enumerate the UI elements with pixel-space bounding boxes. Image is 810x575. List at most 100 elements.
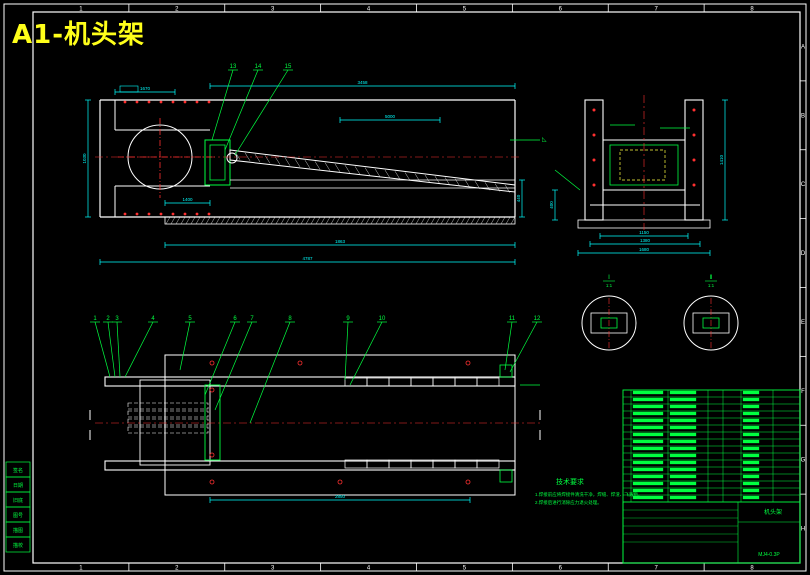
part-code — [632, 467, 664, 472]
weld-symbol: ◺ — [542, 137, 547, 143]
part-material — [742, 425, 760, 430]
part-name — [669, 439, 697, 444]
plan-balloon: 12 — [534, 316, 541, 322]
dim-slope-length-label: 5000 — [385, 114, 396, 119]
dim-mid-length-label: 1400 — [182, 197, 193, 202]
part-material — [742, 488, 760, 493]
balloon-15: 15 — [285, 64, 292, 70]
part-material — [742, 453, 760, 458]
title-block-drawing-no: MJ4-0.3P — [758, 552, 780, 558]
dim-plan-bottom-label: 2850 — [335, 494, 346, 499]
grid-row-label: G — [801, 458, 806, 464]
dim-end-height-label: 1410 — [719, 154, 724, 165]
bolt-hole — [147, 212, 151, 216]
part-code — [632, 411, 664, 416]
dim-end-width-c-label: 1680 — [639, 247, 650, 252]
bolt-hole — [135, 100, 139, 104]
post-bolt — [592, 133, 596, 137]
post-bolt — [692, 158, 696, 162]
dim-left-length-label: 1670 — [140, 86, 151, 91]
part-material — [742, 432, 760, 437]
part-code — [632, 439, 664, 444]
bolt-hole — [123, 212, 127, 216]
drawing-title: A1-机头架 — [12, 20, 146, 50]
part-material — [742, 390, 760, 395]
part-name — [669, 453, 697, 458]
post-bolt — [592, 183, 596, 187]
tech-req-line: 1.焊接前应将焊接件清洗干净，焊缝、焊渣、飞溅物。 — [535, 491, 642, 498]
post-bolt — [692, 133, 696, 137]
part-code — [632, 390, 664, 395]
dim-end-width-b-label: 1380 — [640, 238, 651, 243]
part-code — [632, 453, 664, 458]
part-code — [632, 432, 664, 437]
part-name — [669, 488, 697, 493]
post-bolt — [692, 108, 696, 112]
detail-scale: 1:1 — [606, 283, 613, 288]
dim-bottom-r-label: 1863 — [335, 239, 346, 244]
post-bolt — [592, 108, 596, 112]
bolt-hole — [195, 212, 199, 216]
part-name — [669, 397, 697, 402]
drawing-sheet: 1122334455667788ABCDEFGH 167034585000140… — [0, 0, 810, 575]
part-material — [742, 446, 760, 451]
part-name — [669, 425, 697, 430]
part-material — [742, 397, 760, 402]
part-name — [669, 446, 697, 451]
part-name — [669, 418, 697, 423]
part-name — [669, 481, 697, 486]
dim-top-length-label: 3458 — [357, 80, 368, 85]
part-material — [742, 418, 760, 423]
dim-total-length-label: 4787 — [302, 256, 313, 261]
part-code — [632, 446, 664, 451]
tech-req-heading: 技术要求 — [556, 477, 584, 486]
part-material — [742, 404, 760, 409]
bolt-hole — [171, 100, 175, 104]
title-block-name: 机头架 — [764, 508, 782, 516]
detail-scale: 1:1 — [708, 283, 715, 288]
bolt-hole — [183, 212, 187, 216]
part-code — [632, 474, 664, 479]
grid-row-label: A — [801, 44, 805, 50]
part-name — [669, 411, 697, 416]
detail-label: Ⅰ — [608, 275, 610, 281]
part-name — [669, 474, 697, 479]
detail-label: Ⅱ — [710, 275, 713, 281]
part-name — [669, 390, 697, 395]
part-material — [742, 411, 760, 416]
bolt-hole — [123, 100, 127, 104]
grid-row-label: B — [801, 113, 805, 119]
part-material — [742, 474, 760, 479]
bolt-hole — [195, 100, 199, 104]
balloon-13: 13 — [230, 64, 237, 70]
dim-right-height-label: 440 — [516, 194, 521, 202]
grid-row-label: F — [801, 389, 805, 395]
post-bolt — [592, 158, 596, 162]
grid-row-label: D — [801, 251, 806, 257]
panel-cell-label: 日期 — [13, 483, 23, 489]
part-material — [742, 495, 760, 500]
part-material — [742, 460, 760, 465]
part-material — [742, 467, 760, 472]
panel-cell-label: 签名 — [13, 467, 23, 474]
panel-cell-label: 描图 — [13, 527, 23, 534]
panel-cell-label: 图号 — [13, 513, 23, 519]
part-name — [669, 460, 697, 465]
part-code — [632, 460, 664, 465]
bolt-hole — [135, 212, 139, 216]
bolt-hole — [183, 100, 187, 104]
part-material — [742, 439, 760, 444]
post-bolt — [692, 183, 696, 187]
part-code — [632, 425, 664, 430]
grid-row-label: H — [801, 527, 805, 533]
panel-cell-label: 描校 — [13, 542, 23, 549]
dim-height-label: 1030 — [82, 153, 87, 164]
part-material — [742, 481, 760, 486]
bolt-hole — [207, 212, 211, 216]
bolt-hole — [159, 100, 163, 104]
bolt-hole — [159, 212, 163, 216]
plan-balloon: 11 — [509, 316, 516, 322]
plan-balloon: 10 — [379, 316, 386, 322]
grid-row-label: E — [801, 320, 805, 326]
bolt-hole — [147, 100, 151, 104]
